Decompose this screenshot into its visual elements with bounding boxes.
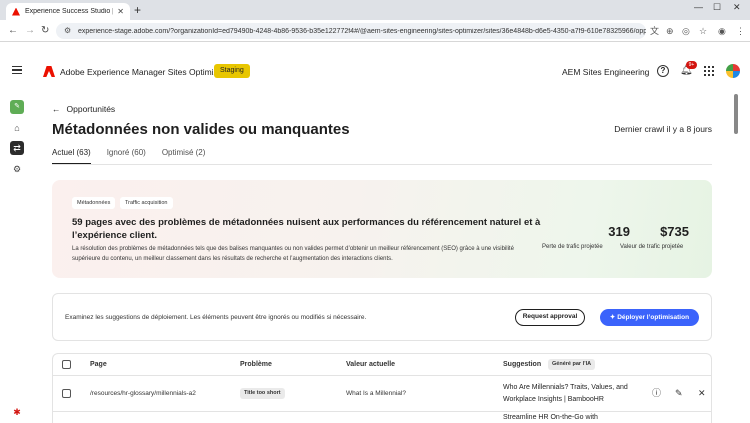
- edit-pencil-icon[interactable]: ✎: [675, 387, 683, 399]
- summary-title: 59 pages avec des problèmes de métadonné…: [72, 217, 541, 241]
- issue-badge: Title too short: [240, 388, 285, 399]
- back-arrow-icon[interactable]: ←: [8, 24, 18, 38]
- row-suggestion: Streamline HR On-the-Go with: [503, 414, 598, 421]
- home-icon[interactable]: ⌂: [10, 121, 24, 135]
- tabs-divider: [52, 164, 712, 165]
- eye-off-icon[interactable]: ◎: [682, 25, 690, 37]
- page-title: Métadonnées non valides ou manquantes: [52, 121, 350, 138]
- profile-icon[interactable]: ◉: [718, 25, 726, 37]
- page-scrollbar[interactable]: [734, 94, 738, 134]
- opportunities-icon[interactable]: ⇄: [10, 141, 24, 155]
- last-crawl-text: Dernier crawl il y a 8 jours: [614, 124, 712, 134]
- app-title: Adobe Experience Manager Sites Optimizer: [60, 67, 226, 77]
- deploy-button-label: Déployer l’optimisation: [617, 314, 690, 321]
- org-switcher[interactable]: AEM Sites Engineering: [562, 67, 649, 77]
- dismiss-close-icon[interactable]: ✕: [698, 387, 706, 399]
- bookmark-star-icon[interactable]: ☆: [699, 25, 707, 37]
- table-header: Page Problème Valeur actuelle Suggestion…: [53, 354, 711, 376]
- browser-menu-icon[interactable]: ⋮: [736, 25, 745, 37]
- summary-description: La résolution des problèmes de métadonné…: [72, 246, 514, 262]
- column-issue[interactable]: Problème: [240, 361, 272, 368]
- column-suggestion[interactable]: Suggestion: [503, 361, 541, 368]
- column-page[interactable]: Page: [90, 361, 107, 368]
- adobe-favicon-icon: [12, 7, 20, 16]
- app-window: Adobe Experience Manager Sites Optimizer…: [0, 42, 750, 423]
- site-info-icon[interactable]: ⚙: [64, 27, 72, 35]
- suggestions-table: Page Problème Valeur actuelle Suggestion…: [52, 353, 712, 423]
- deploy-instructions: Examinez les suggestions de déploiement.…: [65, 314, 367, 321]
- tab-optimized[interactable]: Optimisé (2): [162, 148, 206, 165]
- row-suggestion: Who Are Millennials? Traits, Values, and…: [503, 384, 628, 403]
- tag-metadata: Métadonnées: [72, 197, 116, 209]
- sites-optimizer-icon[interactable]: ✎: [10, 100, 24, 114]
- back-arrow-icon: ←: [52, 104, 61, 114]
- app-grid-icon[interactable]: [704, 66, 714, 76]
- new-tab-button[interactable]: +: [134, 3, 141, 17]
- row-page-url[interactable]: /resources/hr-glossary/millennials-a2: [90, 390, 196, 397]
- minimize-icon[interactable]: —: [694, 2, 703, 12]
- ai-generated-badge: Généré par l’IA: [548, 359, 596, 370]
- browser-tab-bar: Experience Success Studio | Ado ✕ + — ☐ …: [0, 0, 750, 20]
- tab-current[interactable]: Actuel (63): [52, 148, 91, 165]
- column-current-value[interactable]: Valeur actuelle: [346, 361, 395, 368]
- row-current-value: What Is a Millennial?: [346, 390, 406, 397]
- close-tab-icon[interactable]: ✕: [117, 7, 124, 16]
- main-content: ← Opportunités Métadonnées non valides o…: [34, 84, 734, 423]
- traffic-loss-label: Perte de trafic projetée: [542, 244, 603, 250]
- tab-title: Experience Success Studio | Ado: [25, 8, 114, 15]
- tab-ignored[interactable]: Ignoré (60): [107, 148, 146, 165]
- table-row: /resources/hr-glossary/millennials-a2 Ti…: [53, 376, 711, 412]
- info-icon[interactable]: ⓘ: [652, 387, 661, 399]
- traffic-loss-value: 319: [608, 224, 630, 239]
- url-text: experience-stage.adobe.com/?organization…: [77, 27, 646, 35]
- request-approval-button[interactable]: Request approval: [515, 309, 585, 326]
- user-avatar[interactable]: [726, 64, 740, 78]
- back-to-opportunities[interactable]: ← Opportunités: [52, 104, 115, 114]
- app-header: Adobe Experience Manager Sites Optimizer…: [0, 42, 750, 84]
- left-rail: ✎ ⌂ ⇄ ⚙ ✱: [0, 84, 34, 423]
- back-label: Opportunités: [66, 104, 116, 114]
- settings-gear-icon[interactable]: ⚙: [10, 162, 24, 176]
- browser-toolbar: ← → ↻ ⚙ experience-stage.adobe.com/?orga…: [0, 20, 750, 42]
- row-checkbox[interactable]: [62, 389, 71, 398]
- traffic-value-value: $735: [660, 224, 689, 239]
- address-bar[interactable]: ⚙ experience-stage.adobe.com/?organizati…: [56, 23, 646, 39]
- adobe-logo-icon: [43, 66, 55, 77]
- opportunity-summary-card: Métadonnées Traffic acquisition 59 pages…: [52, 180, 712, 278]
- table-row: Streamline HR On-the-Go with: [53, 412, 711, 423]
- reload-icon[interactable]: ↻: [41, 24, 49, 38]
- hamburger-menu-icon[interactable]: [12, 66, 22, 74]
- browser-tab[interactable]: Experience Success Studio | Ado ✕: [6, 3, 130, 20]
- status-tabs: Actuel (63) Ignoré (60) Optimisé (2): [52, 148, 205, 165]
- forward-arrow-icon[interactable]: →: [25, 24, 35, 38]
- close-window-icon[interactable]: ✕: [733, 2, 741, 13]
- translate-icon[interactable]: 文: [650, 25, 659, 37]
- traffic-value-label: Valeur de trafic projetée: [620, 244, 684, 250]
- maximize-icon[interactable]: ☐: [713, 2, 721, 13]
- deploy-panel: Examinez les suggestions de déploiement.…: [52, 293, 712, 341]
- notification-badge: 9+: [686, 61, 697, 69]
- feedback-icon[interactable]: ✱: [10, 405, 24, 419]
- deploy-optimization-button[interactable]: ✦ Déployer l’optimisation: [600, 309, 699, 326]
- staging-badge: Staging: [214, 64, 250, 78]
- zoom-icon[interactable]: ⊕: [666, 25, 674, 37]
- select-all-checkbox[interactable]: [62, 360, 71, 369]
- help-icon[interactable]: ?: [657, 65, 669, 77]
- tag-traffic-acquisition: Traffic acquisition: [120, 197, 173, 209]
